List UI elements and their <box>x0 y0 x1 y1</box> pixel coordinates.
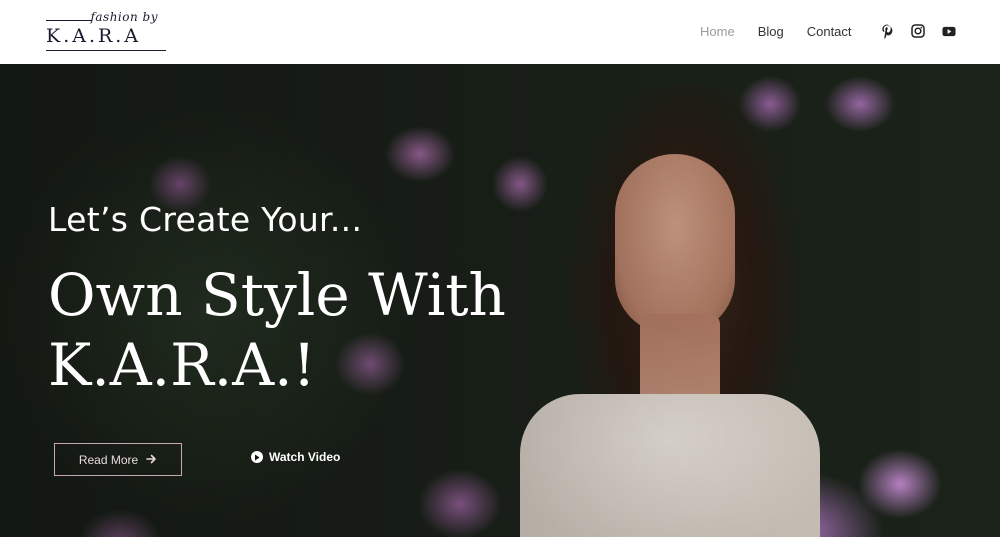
kara-logo[interactable]: fashion by K.A.R.A <box>46 10 166 54</box>
watch-video-label: Watch Video <box>269 450 341 464</box>
nav-blog[interactable]: Blog <box>758 22 784 42</box>
arrow-right-icon <box>146 453 157 467</box>
logo-tagline: fashion by <box>90 10 158 24</box>
pinterest-icon[interactable] <box>880 23 894 39</box>
hero-subtitle: Let’s Create Your... <box>48 200 363 239</box>
hero-title: Own Style With K.A.R.A.! <box>48 260 568 400</box>
logo-wordmark: K.A.R.A <box>46 25 142 47</box>
instagram-icon[interactable] <box>911 23 925 39</box>
main-nav: Home Blog Contact <box>700 22 875 42</box>
youtube-icon[interactable] <box>942 23 956 39</box>
hero-title-line-2: K.A.R.A.! <box>48 331 316 399</box>
hero-title-line-1: Own Style With <box>48 261 506 329</box>
logo-rule-bottom <box>46 50 166 51</box>
read-more-button[interactable]: Read More <box>54 443 182 476</box>
social-links <box>880 23 956 39</box>
logo-rule-top <box>46 20 92 21</box>
watch-video-button[interactable]: Watch Video <box>251 450 340 464</box>
hero-banner: Let’s Create Your... Own Style With K.A.… <box>0 64 1000 537</box>
site-header: fashion by K.A.R.A Home Blog Contact <box>0 0 1000 64</box>
nav-contact[interactable]: Contact <box>807 22 852 42</box>
read-more-label: Read More <box>78 452 139 467</box>
play-icon <box>251 451 263 463</box>
nav-home[interactable]: Home <box>700 22 735 42</box>
